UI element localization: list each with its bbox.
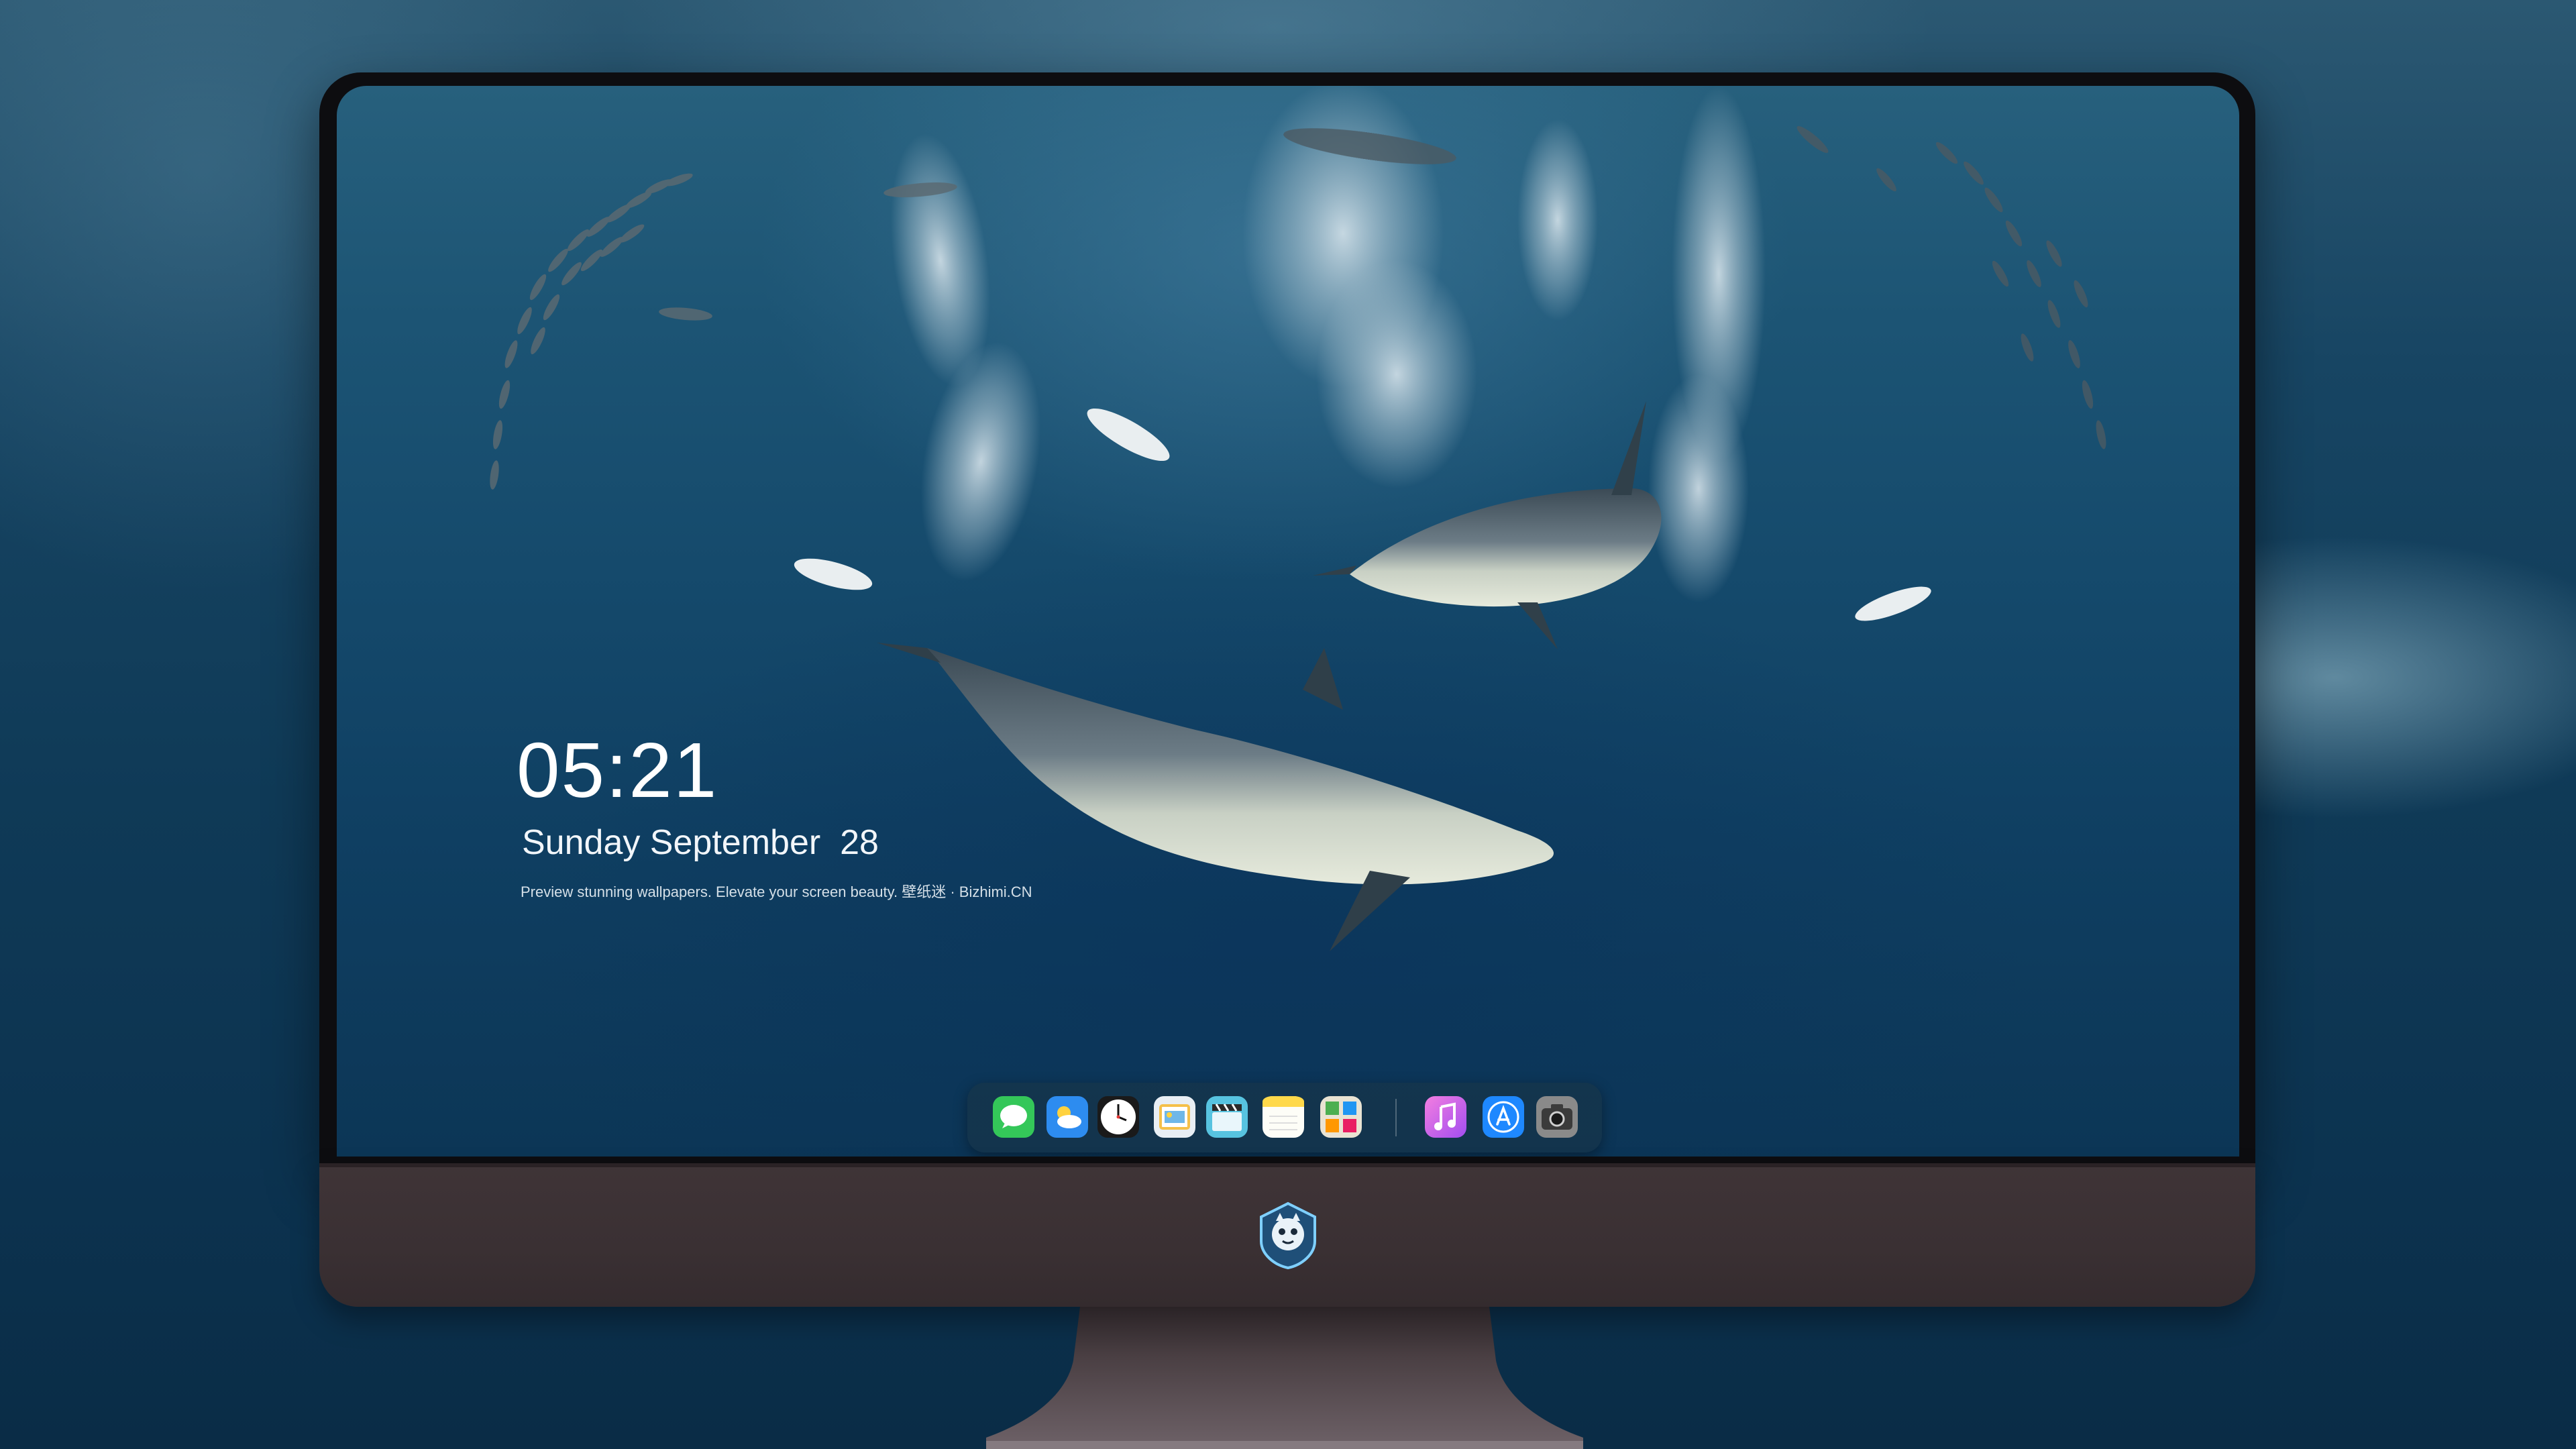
camera-icon[interactable] <box>1536 1096 1578 1138</box>
lockscreen-time: 05:21 <box>517 727 718 814</box>
desktop-background: 05:21 Sunday September 28 Preview stunni… <box>0 0 2576 1449</box>
underwater-wallpaper <box>490 86 2106 951</box>
lockscreen-date: Sunday September 28 <box>522 823 879 862</box>
preview-icon[interactable] <box>1154 1096 1195 1138</box>
fish-school-left <box>490 173 957 490</box>
shield-mascot-logo <box>1260 1201 1316 1270</box>
app-store-icon[interactable] <box>1483 1096 1524 1138</box>
notes-icon[interactable] <box>1263 1096 1304 1138</box>
wallpaper-caption: Preview stunning wallpapers. Elevate you… <box>521 883 1032 900</box>
clock-icon[interactable] <box>1097 1096 1139 1138</box>
dolphin-lower <box>877 643 1554 951</box>
photos-icon[interactable] <box>1320 1096 1362 1138</box>
messages-icon[interactable] <box>993 1096 1034 1138</box>
clapperboard-icon[interactable] <box>1206 1096 1248 1138</box>
monitor-stand <box>986 1307 1583 1449</box>
weather-icon[interactable] <box>1046 1096 1088 1138</box>
dock <box>967 1083 1602 1152</box>
monitor-chin-seam <box>319 1163 2255 1167</box>
dock-separator <box>1395 1099 1397 1136</box>
monitor-screen: 05:21 Sunday September 28 Preview stunni… <box>337 86 2239 1157</box>
music-icon[interactable] <box>1425 1096 1466 1138</box>
